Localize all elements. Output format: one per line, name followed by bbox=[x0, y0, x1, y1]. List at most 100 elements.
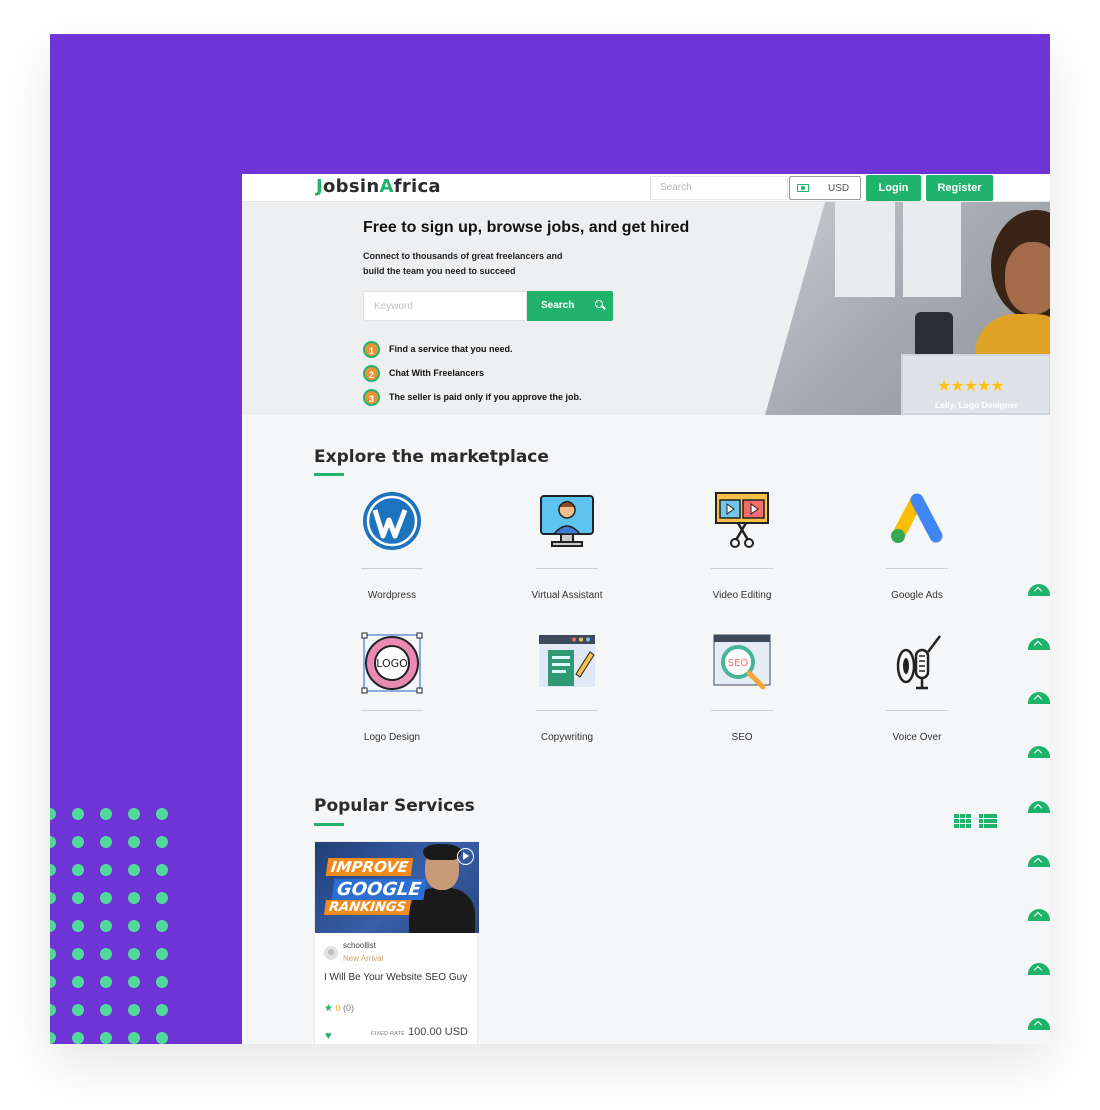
category-divider bbox=[886, 710, 948, 711]
money-icon bbox=[797, 184, 809, 192]
decorative-dot bbox=[128, 864, 140, 876]
decorative-dot bbox=[100, 808, 112, 820]
logo-letter-j: J bbox=[316, 176, 323, 197]
decorative-dot bbox=[128, 1032, 140, 1044]
step-number: 3 bbox=[363, 389, 380, 406]
seller-name[interactable]: schoollist bbox=[343, 941, 376, 950]
hero-banner: ★★★★★ Lelly, Logo Designer Free to sign … bbox=[242, 202, 1050, 415]
decorative-dot bbox=[156, 836, 168, 848]
seller-avatar bbox=[324, 946, 338, 960]
scroll-top-button[interactable] bbox=[1028, 584, 1050, 596]
currency-selector[interactable]: USD bbox=[789, 176, 861, 200]
step-text: Chat With Freelancers bbox=[389, 368, 484, 378]
decorative-dot bbox=[100, 864, 112, 876]
decorative-dot bbox=[72, 920, 84, 932]
hero-title: Free to sign up, browse jobs, and get hi… bbox=[363, 219, 690, 236]
decorative-dot bbox=[156, 976, 168, 988]
decorative-dot bbox=[72, 836, 84, 848]
hero-search-button[interactable]: Search bbox=[527, 291, 613, 321]
grid-view-icon[interactable] bbox=[954, 814, 971, 828]
category-divider bbox=[886, 568, 948, 569]
scroll-top-button[interactable] bbox=[1028, 746, 1050, 758]
category-divider bbox=[536, 710, 598, 711]
login-button[interactable]: Login bbox=[866, 175, 921, 201]
decorative-dot bbox=[50, 836, 56, 848]
decorative-dot bbox=[72, 976, 84, 988]
testimonial-author: Lelly, Logo Designer bbox=[935, 400, 1018, 410]
service-rating: ★ 0 (0) bbox=[324, 1003, 354, 1014]
decorative-dot bbox=[100, 836, 112, 848]
decorative-dot bbox=[50, 1004, 56, 1016]
decorative-dot bbox=[72, 808, 84, 820]
title-underline bbox=[314, 473, 344, 476]
play-icon[interactable] bbox=[457, 848, 474, 865]
category-logo-design[interactable]: LOGO Logo Design bbox=[337, 632, 447, 743]
decorative-dot bbox=[50, 1032, 56, 1044]
category-wordpress[interactable]: Wordpress bbox=[337, 490, 447, 601]
service-thumbnail[interactable]: IMPROVE GOOGLE RANKINGS bbox=[315, 842, 479, 933]
wordpress-icon bbox=[361, 490, 423, 552]
decorative-dot bbox=[100, 892, 112, 904]
marketplace-title: Explore the marketplace bbox=[314, 447, 549, 467]
decorative-dot bbox=[128, 892, 140, 904]
scroll-top-button[interactable] bbox=[1028, 855, 1050, 867]
category-label: Copywriting bbox=[540, 732, 594, 743]
decorative-dot bbox=[156, 948, 168, 960]
decorative-dot bbox=[72, 1004, 84, 1016]
title-underline bbox=[314, 823, 344, 826]
copywriting-icon bbox=[536, 632, 598, 694]
scroll-top-button[interactable] bbox=[1028, 638, 1050, 650]
category-label: Logo Design bbox=[363, 732, 421, 743]
logo-letter-a: A bbox=[379, 176, 394, 197]
decorative-dot bbox=[72, 1032, 84, 1044]
category-copywriting[interactable]: Copywriting bbox=[512, 632, 622, 743]
category-google-ads[interactable]: Google Ads bbox=[862, 490, 972, 601]
category-video-editing[interactable]: Video Editing bbox=[687, 490, 797, 601]
scroll-top-button[interactable] bbox=[1028, 909, 1050, 921]
decorative-dot bbox=[100, 976, 112, 988]
hero-subtitle-line: Connect to thousands of great freelancer… bbox=[363, 251, 563, 261]
category-label: Wordpress bbox=[367, 590, 417, 601]
scroll-top-button[interactable] bbox=[1028, 963, 1050, 975]
category-voice-over[interactable]: Voice Over bbox=[862, 632, 972, 743]
site-header: JobsinAfrica Search USD Login Register bbox=[242, 174, 1050, 202]
decorative-dots bbox=[50, 806, 180, 1044]
logo-design-icon: LOGO bbox=[361, 632, 423, 694]
currency-label: USD bbox=[828, 183, 850, 194]
service-card[interactable]: IMPROVE GOOGLE RANKINGS schoollist New A… bbox=[314, 841, 479, 1044]
keyword-input[interactable]: Keyword bbox=[363, 291, 527, 321]
step-number: 1 bbox=[363, 341, 380, 358]
site-logo[interactable]: JobsinAfrica bbox=[316, 176, 441, 197]
category-virtual-assistant[interactable]: Virtual Assistant bbox=[512, 490, 622, 601]
register-button[interactable]: Register bbox=[926, 175, 993, 201]
category-divider bbox=[711, 710, 773, 711]
person-face bbox=[1005, 242, 1050, 314]
list-view-icon[interactable] bbox=[979, 814, 997, 828]
scroll-top-button[interactable] bbox=[1028, 801, 1050, 813]
rating-stars: ★★★★★ bbox=[937, 378, 1005, 395]
decorative-dot bbox=[50, 808, 56, 820]
scroll-top-button[interactable] bbox=[1028, 692, 1050, 704]
website: JobsinAfrica Search USD Login Register ★… bbox=[242, 174, 1050, 1044]
decorative-dot bbox=[156, 808, 168, 820]
decorative-dot bbox=[156, 1032, 168, 1044]
category-divider bbox=[361, 710, 423, 711]
header-search-input[interactable]: Search bbox=[650, 176, 788, 200]
heart-icon[interactable]: ♥ bbox=[325, 1030, 332, 1042]
decorative-dot bbox=[128, 920, 140, 932]
category-divider bbox=[711, 568, 773, 569]
decorative-dot bbox=[128, 836, 140, 848]
service-title[interactable]: I Will Be Your Website SEO Guy bbox=[324, 972, 467, 983]
decorative-dot bbox=[100, 1032, 112, 1044]
thumbnail-text: GOOGLE bbox=[331, 879, 427, 900]
scroll-top-button[interactable] bbox=[1028, 1018, 1050, 1030]
search-icon bbox=[595, 300, 603, 308]
decorative-dot bbox=[50, 920, 56, 932]
category-divider bbox=[536, 568, 598, 569]
category-seo[interactable]: SEO SEO bbox=[687, 632, 797, 743]
hero-subtitle: Connect to thousands of great freelancer… bbox=[363, 249, 593, 278]
video-editing-icon bbox=[711, 490, 773, 552]
search-button-label: Search bbox=[541, 300, 575, 311]
office-window bbox=[835, 202, 895, 297]
step-text: Find a service that you need. bbox=[389, 344, 513, 354]
